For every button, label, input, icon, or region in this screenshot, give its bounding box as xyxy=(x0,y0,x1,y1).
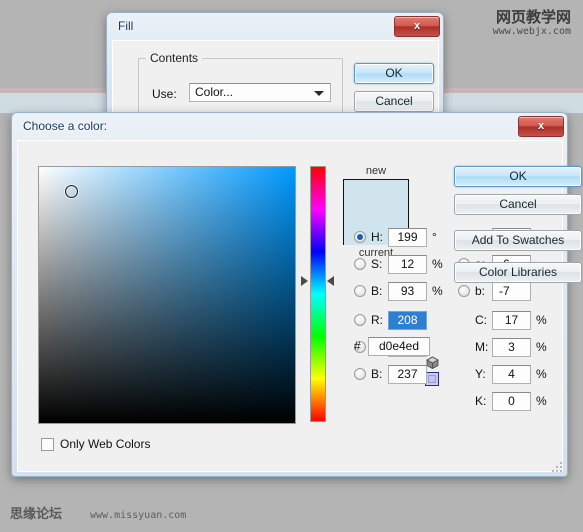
color-picker-dialog: Choose a color: x new current H: 199 ° S… xyxy=(11,112,582,477)
label-y: Y: xyxy=(475,367,486,381)
input-y[interactable]: 4 xyxy=(492,365,531,384)
label-r: R: xyxy=(371,313,383,327)
color-picker-ok-button[interactable]: OK xyxy=(454,166,582,187)
color-field[interactable] xyxy=(38,166,296,424)
close-icon[interactable]: x xyxy=(394,16,440,37)
radio-b-blue[interactable] xyxy=(354,368,366,380)
label-h: H: xyxy=(371,230,383,244)
hue-strip[interactable] xyxy=(310,166,326,422)
input-b-brightness[interactable]: 93 xyxy=(388,282,427,301)
color-picker-title: Choose a color: xyxy=(23,119,108,133)
input-r[interactable]: 208 xyxy=(388,311,427,330)
hex-input[interactable]: d0e4ed xyxy=(368,337,430,356)
radio-b-lab[interactable] xyxy=(458,285,470,297)
input-b-blue[interactable]: 237 xyxy=(388,365,427,384)
radio-s[interactable] xyxy=(354,258,366,270)
input-h[interactable]: 199 xyxy=(388,228,427,247)
use-dropdown[interactable]: Color... xyxy=(189,83,331,102)
input-m[interactable]: 3 xyxy=(492,338,531,357)
web-safe-color-icon[interactable] xyxy=(425,372,439,386)
fill-dialog-title: Fill xyxy=(118,19,134,33)
chevron-down-icon xyxy=(314,91,324,96)
use-dropdown-value: Color... xyxy=(195,85,234,99)
color-picker-cancel-button[interactable]: Cancel xyxy=(454,194,582,215)
radio-h[interactable] xyxy=(354,231,366,243)
preview-new-label: new xyxy=(365,165,387,177)
watermark-bottom-url: www.missyuan.com xyxy=(90,510,187,521)
fill-dialog: Fill x Contents Use: Color... OK Cancel xyxy=(106,12,444,122)
radio-r[interactable] xyxy=(354,314,366,326)
color-picker-body: new current H: 199 ° S: 12 % B: 93 % R: … xyxy=(17,140,582,472)
label-b-blue: B: xyxy=(371,367,383,381)
only-web-colors-checkbox[interactable] xyxy=(41,438,54,451)
fill-ok-button[interactable]: OK xyxy=(354,63,434,84)
unit-h: ° xyxy=(432,230,437,244)
only-web-colors-label: Only Web Colors xyxy=(60,437,151,451)
screen: 网页教学网 www.webjx.com 思缘论坛 www.missyuan.co… xyxy=(0,0,583,532)
label-m: M: xyxy=(475,340,489,354)
input-k[interactable]: 0 xyxy=(492,392,531,411)
label-b-lab: b: xyxy=(475,284,486,298)
contents-groupbox: Contents Use: Color... xyxy=(138,51,343,117)
fill-dialog-body: Contents Use: Color... OK Cancel xyxy=(112,40,439,118)
unit-y: % xyxy=(536,367,547,381)
web-safe-inner xyxy=(428,375,436,383)
contents-group-legend: Contents xyxy=(146,51,203,65)
label-s: S: xyxy=(371,257,383,271)
label-c: C: xyxy=(475,313,487,327)
input-c[interactable]: 17 xyxy=(492,311,531,330)
add-to-swatches-button[interactable]: Add To Swatches xyxy=(454,230,582,251)
hue-slider-handle-left[interactable] xyxy=(301,276,308,286)
input-b-lab[interactable]: -7 xyxy=(492,282,531,301)
hue-slider[interactable] xyxy=(301,166,334,422)
watermark-top-url: www.webjx.com xyxy=(492,26,571,37)
gamut-warning-icon[interactable] xyxy=(426,356,439,369)
label-k: K: xyxy=(475,394,487,408)
input-s[interactable]: 12 xyxy=(388,255,427,274)
watermark-bottom-cn: 思缘论坛 xyxy=(10,507,63,522)
unit-k: % xyxy=(536,394,547,408)
close-icon[interactable]: x xyxy=(518,116,564,137)
unit-b-brightness: % xyxy=(432,284,443,298)
color-libraries-button[interactable]: Color Libraries xyxy=(454,262,582,283)
hex-hash-label: # xyxy=(354,339,361,353)
resize-grip-icon[interactable] xyxy=(552,462,564,474)
label-b-brightness: B: xyxy=(371,284,383,298)
unit-m: % xyxy=(536,340,547,354)
watermark-top-cn: 网页教学网 xyxy=(495,8,571,26)
color-field-marker[interactable] xyxy=(65,185,78,198)
radio-b-brightness[interactable] xyxy=(354,285,366,297)
unit-s: % xyxy=(432,257,443,271)
hue-slider-handle-right[interactable] xyxy=(327,276,334,286)
unit-c: % xyxy=(536,313,547,327)
preview-swatch-new[interactable] xyxy=(344,180,408,213)
color-field-black-gradient xyxy=(39,167,295,423)
fill-cancel-button[interactable]: Cancel xyxy=(354,91,434,112)
use-label: Use: xyxy=(152,87,177,101)
